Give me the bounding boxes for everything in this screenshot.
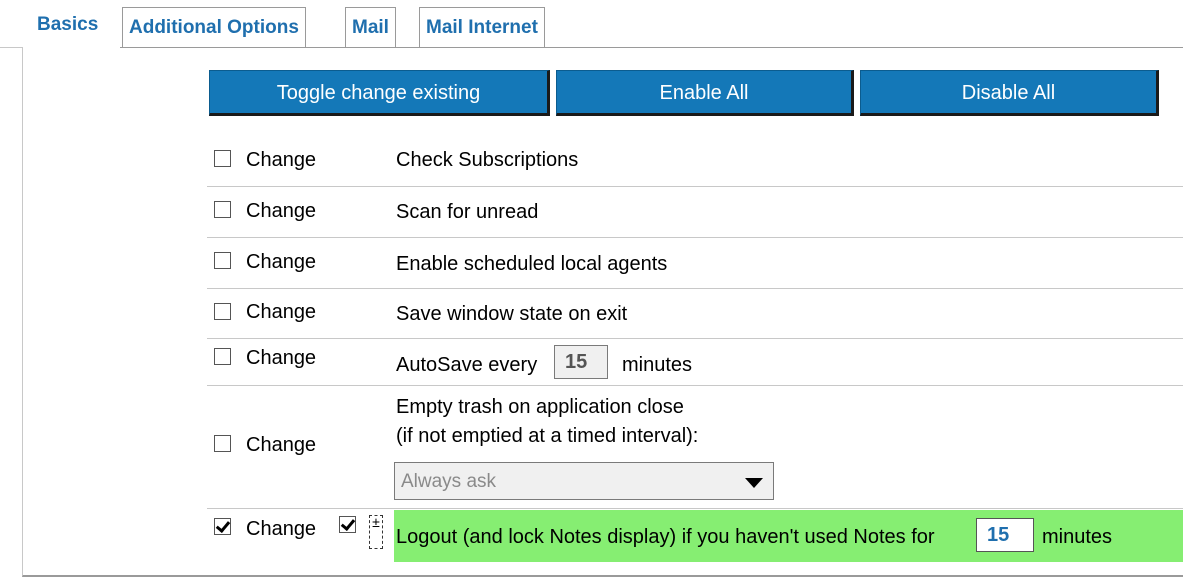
row-divider <box>207 385 1183 386</box>
change-checkbox-check-subscriptions[interactable] <box>214 150 231 167</box>
change-checkbox-autosave[interactable] <box>214 348 231 365</box>
option-check-subscriptions: Check Subscriptions <box>396 149 579 171</box>
change-label: Change <box>246 518 317 540</box>
option-scan-for-unread: Scan for unread <box>396 201 539 223</box>
logout-minutes-unit: minutes <box>1042 526 1113 548</box>
change-checkbox-scheduled-agents[interactable] <box>214 252 231 269</box>
empty-trash-select[interactable]: Always ask <box>394 462 774 500</box>
enable-all-button[interactable]: Enable All <box>556 70 854 116</box>
chevron-down-icon <box>745 478 763 488</box>
row-divider <box>207 237 1183 238</box>
change-checkbox-empty-trash[interactable] <box>214 435 231 452</box>
tab-divider <box>0 47 22 48</box>
logout-minutes-input[interactable]: 15 <box>976 518 1034 552</box>
empty-trash-select-value: Always ask <box>401 471 497 492</box>
change-label: Change <box>246 251 317 273</box>
change-label: Change <box>246 200 317 222</box>
tab-basics[interactable]: Basics <box>30 4 106 48</box>
row-divider <box>207 508 1183 509</box>
tab-bar: Basics Additional Options Mail Mail Inte… <box>0 0 1183 48</box>
logout-enabled-checkbox[interactable] <box>339 516 356 533</box>
row-divider <box>207 288 1183 289</box>
change-label: Change <box>246 149 317 171</box>
tab-mail[interactable]: Mail <box>345 7 396 48</box>
change-label: Change <box>246 347 317 369</box>
option-autosave-label: AutoSave every <box>396 354 538 376</box>
option-logout-label: Logout (and lock Notes display) if you h… <box>396 526 935 548</box>
change-checkbox-save-window-state[interactable] <box>214 303 231 320</box>
change-checkbox-logout[interactable] <box>214 518 231 535</box>
change-checkbox-scan-unread[interactable] <box>214 201 231 218</box>
option-empty-trash-line1: Empty trash on application close <box>396 396 684 418</box>
change-label: Change <box>246 434 317 456</box>
change-label: Change <box>246 301 317 323</box>
row-divider <box>207 186 1183 187</box>
option-enable-scheduled-agents: Enable scheduled local agents <box>396 253 668 275</box>
option-empty-trash-line2: (if not emptied at a timed interval): <box>396 425 699 447</box>
row-divider <box>207 338 1183 339</box>
autosave-minutes-unit: minutes <box>622 354 693 376</box>
plus-minus-icon[interactable]: ± <box>369 515 383 549</box>
autosave-minutes-input[interactable]: 15 <box>554 345 608 379</box>
tab-additional-options[interactable]: Additional Options <box>122 7 306 48</box>
tab-mail-internet[interactable]: Mail Internet <box>419 7 545 48</box>
disable-all-button[interactable]: Disable All <box>860 70 1159 116</box>
toggle-change-existing-button[interactable]: Toggle change existing <box>209 70 550 116</box>
option-save-window-state: Save window state on exit <box>396 303 628 325</box>
